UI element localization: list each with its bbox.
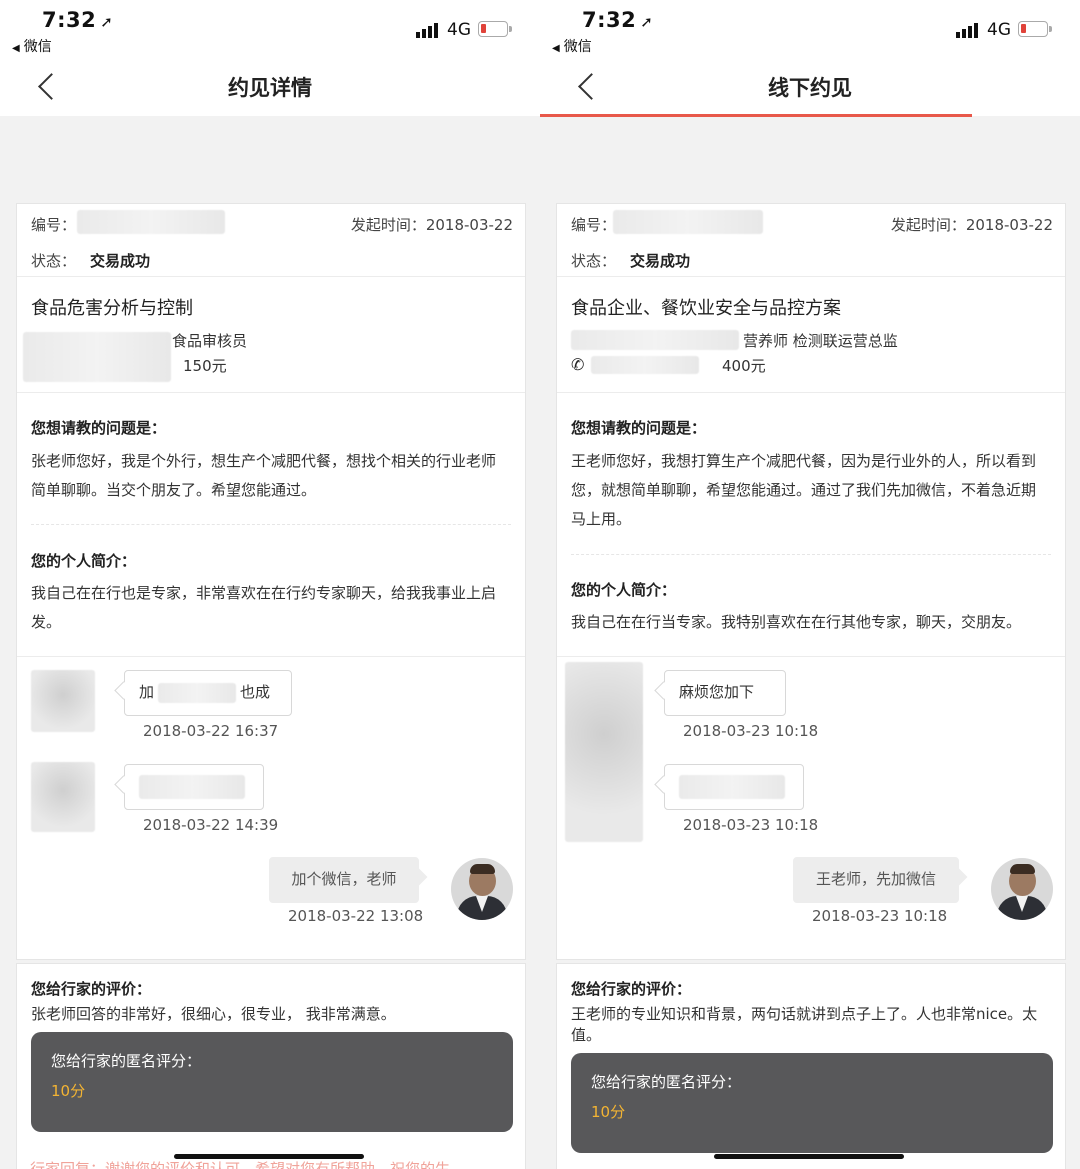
back-triangle-icon: ◀: [552, 43, 560, 54]
course-title: 食品企业、餐饮业安全与品控方案: [571, 298, 841, 319]
intro-text: 我自己在在行当专家。我特别喜欢在在行其他专家，聊天，交朋友。: [571, 613, 1022, 631]
status-time: 7:32 ➚: [42, 8, 114, 32]
message-bubble: 麻烦您加下: [664, 670, 786, 716]
question-text: 王老师您好，我想打算生产个减肥代餐，因为是行业外的人，所以看到您，就想简单聊聊，…: [571, 452, 1037, 528]
my-message-bubble: 王老师，先加微信: [793, 857, 959, 903]
phone-icon: ✆: [571, 355, 585, 374]
order-status: 状态： 交易成功: [31, 252, 151, 270]
message-time: 2018-03-23 10:18: [683, 816, 819, 834]
nav-bar: 线下约见: [540, 62, 1080, 117]
expert-role: 营养师 检测联运营总监: [743, 332, 898, 350]
message-bubble: 加也成: [124, 670, 292, 716]
score-value: 10分: [591, 1103, 626, 1121]
signal-icon: [416, 22, 442, 38]
battery-icon: [478, 21, 512, 37]
message-time: 2018-03-23 10:18: [683, 722, 819, 740]
created-time: 发起时间：2018-03-22: [890, 216, 1053, 234]
anonymous-score-box: 您给行家的匿名评分： 10分: [31, 1032, 513, 1132]
page-title: 约见详情: [228, 76, 312, 100]
nav-bar: 约见详情: [0, 62, 540, 116]
rating-text: 王老师的专业知识和背景，两句话就讲到点子上了。人也非常nice。太值。: [571, 1005, 1038, 1044]
message-time: 2018-03-22 14:39: [143, 816, 279, 834]
question-title: 您想请教的问题是：: [571, 419, 707, 437]
battery-icon: [1018, 21, 1052, 37]
message-bubble: [124, 764, 264, 810]
intro-title: 您的个人简介：: [571, 581, 677, 599]
intro-title: 您的个人简介：: [31, 552, 137, 570]
price: 400元: [722, 357, 766, 375]
home-indicator[interactable]: [714, 1154, 904, 1159]
rating-title: 您给行家的评价：: [571, 980, 692, 998]
back-triangle-icon: ◀: [12, 43, 20, 54]
order-number: 编号：: [31, 216, 77, 234]
question-text: 张老师您好，我是个外行，想生产个减肥代餐，想找个相关的行业老师简单聊聊。当交个朋…: [31, 452, 497, 499]
back-to-app-link[interactable]: ◀ 微信: [12, 36, 52, 56]
redacted-expert-name: [571, 330, 739, 350]
network-type: 4G: [987, 20, 1011, 40]
screen-meeting-details: 7:32 ➚ ◀ 微信 4G 约见详情 编号： 发起时间：2018-03-22 状态…: [0, 0, 540, 1169]
redacted-order-number: [77, 210, 225, 234]
order-card: 编号： 发起时间：2018-03-22 状态： 交易成功 食品企业、餐饮业安全与品…: [556, 203, 1066, 960]
course-title: 食品危害分析与控制: [31, 298, 193, 319]
expert-avatar: [565, 662, 643, 842]
rating-card: 您给行家的评价： 王老师的专业知识和背景，两句话就讲到点子上了。人也非常nice…: [556, 963, 1066, 1169]
order-status: 状态： 交易成功: [571, 252, 691, 270]
score-label: 您给行家的匿名评分：: [591, 1073, 742, 1091]
home-indicator[interactable]: [174, 1154, 364, 1159]
redacted-phone-number: [591, 356, 699, 374]
order-number: 编号：: [571, 216, 617, 234]
score-label: 您给行家的匿名评分：: [51, 1052, 202, 1070]
signal-icon: [956, 22, 982, 38]
network-type: 4G: [447, 20, 471, 40]
rating-card: 您给行家的评价： 张老师回答的非常好，很细心，很专业， 我非常满意。 您给行家的…: [16, 963, 526, 1169]
page-load-progress: [540, 114, 972, 117]
my-message-bubble: 加个微信，老师: [269, 857, 419, 903]
expert-avatar: [31, 670, 95, 732]
back-to-app-link[interactable]: ◀ 微信: [552, 36, 592, 56]
location-arrow-icon: ➚: [640, 13, 654, 31]
message-time: 2018-03-22 13:08: [288, 907, 424, 925]
screen-offline-meeting: 7:32 ➚ ◀ 微信 4G 线下约见 编号： 发起时间：2018-03-22 状态…: [540, 0, 1080, 1169]
message-time: 2018-03-23 10:18: [812, 907, 948, 925]
status-bar: 7:32 ➚ ◀ 微信 4G: [0, 0, 540, 62]
redacted-expert-name: [23, 332, 171, 382]
location-arrow-icon: ➚: [100, 13, 114, 31]
expert-reply-preview: 行家回复：谢谢您的评价和认可，希望对您有所帮助，祝您的生: [30, 1160, 451, 1169]
user-avatar: [451, 858, 513, 920]
price: 150元: [183, 357, 227, 375]
message-time: 2018-03-22 16:37: [143, 722, 279, 740]
rating-title: 您给行家的评价：: [31, 980, 152, 998]
redacted-order-number: [613, 210, 763, 234]
created-time: 发起时间：2018-03-22: [350, 216, 513, 234]
question-title: 您想请教的问题是：: [31, 419, 167, 437]
page-title: 线下约见: [768, 76, 852, 100]
status-time: 7:32 ➚: [582, 8, 654, 32]
order-card: 编号： 发起时间：2018-03-22 状态： 交易成功 食品危害分析与控制 食品…: [16, 203, 526, 960]
intro-text: 我自己在在行也是专家，非常喜欢在在行约专家聊天，给我我事业上启发。: [31, 584, 497, 631]
rating-text: 张老师回答的非常好，很细心，很专业， 我非常满意。: [31, 1005, 396, 1023]
expert-role: 食品审核员: [172, 332, 248, 350]
status-bar: 7:32 ➚ ◀ 微信 4G: [540, 0, 1080, 62]
message-bubble: [664, 764, 804, 810]
user-avatar: [991, 858, 1053, 920]
anonymous-score-box: 您给行家的匿名评分： 10分: [571, 1053, 1053, 1153]
score-value: 10分: [51, 1082, 86, 1100]
expert-avatar: [31, 762, 95, 832]
